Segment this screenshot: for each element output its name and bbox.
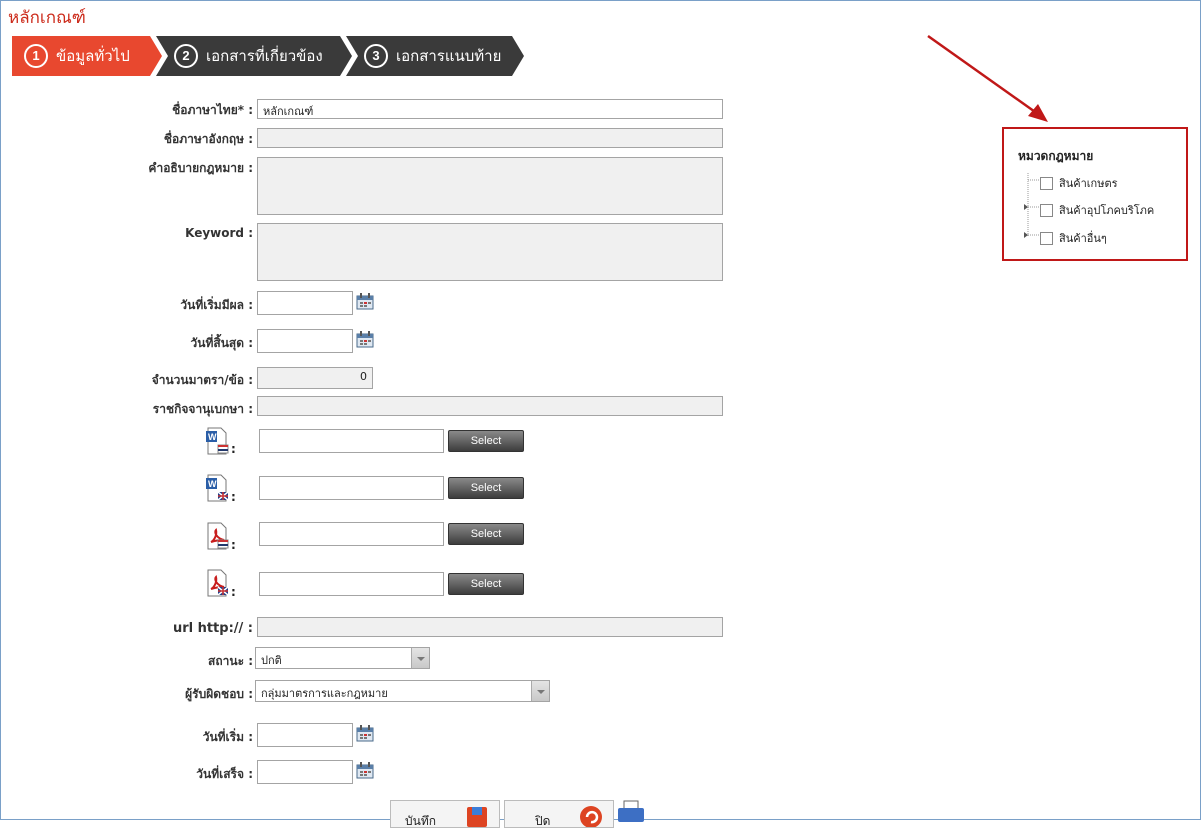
- pdf-en-icon: [207, 569, 229, 597]
- category-item-agri[interactable]: สินค้าเกษตร: [1040, 174, 1118, 192]
- checkbox[interactable]: [1040, 231, 1053, 245]
- file-colon: :: [231, 538, 236, 552]
- save-icon: [467, 807, 487, 827]
- url-input[interactable]: [257, 617, 723, 637]
- begin-date-input[interactable]: [257, 723, 353, 747]
- name-en-input[interactable]: [257, 128, 723, 148]
- finish-date-input[interactable]: [257, 760, 353, 784]
- calendar-icon[interactable]: [356, 331, 374, 348]
- description-label: คำอธิบายกฎหมาย :: [148, 161, 253, 175]
- file-input-pdf-th[interactable]: [259, 522, 444, 546]
- select-button[interactable]: Select: [448, 477, 524, 499]
- category-label: สินค้าอื่นๆ: [1059, 232, 1107, 245]
- file-input-pdf-en[interactable]: [259, 572, 444, 596]
- file-colon: :: [231, 490, 236, 504]
- category-item-consumer[interactable]: สินค้าอุปโภคบริโภค: [1040, 201, 1154, 219]
- file-input-word-th[interactable]: [259, 429, 444, 453]
- wizard-step-attachments[interactable]: 3 เอกสารแนบท้าย: [346, 36, 524, 76]
- category-label: สินค้าเกษตร: [1059, 177, 1118, 190]
- calendar-icon[interactable]: [356, 762, 374, 779]
- end-date-label: วันที่สิ้นสุด :: [190, 336, 253, 350]
- select-button[interactable]: Select: [448, 523, 524, 545]
- close-button[interactable]: ปิด: [504, 800, 614, 828]
- begin-date-label: วันที่เริ่ม :: [202, 730, 253, 744]
- name-th-input[interactable]: หลักเกณฑ์: [257, 99, 723, 119]
- chevron-down-icon: [411, 648, 429, 668]
- save-button[interactable]: บันทึก: [390, 800, 500, 828]
- name-th-label: ชื่อภาษาไทย* :: [172, 103, 253, 117]
- end-date-input[interactable]: [257, 329, 353, 353]
- file-input-word-en[interactable]: [259, 476, 444, 500]
- gazette-label: ราชกิจจานุเบกษา :: [152, 402, 253, 416]
- step-label: เอกสารแนบท้าย: [396, 48, 502, 65]
- step-number: 3: [364, 44, 388, 68]
- url-label: url http:// :: [172, 621, 253, 636]
- owner-value: กลุ่มมาตรการและกฎหมาย: [261, 687, 388, 700]
- wizard-step-general[interactable]: 1 ข้อมูลทั่วไป: [12, 36, 162, 76]
- finish-date-label: วันที่เสร็จ :: [196, 767, 253, 781]
- annotation-arrow: [927, 34, 1048, 122]
- calendar-icon[interactable]: [356, 293, 374, 310]
- select-button[interactable]: Select: [448, 430, 524, 452]
- print-icon[interactable]: [616, 800, 646, 822]
- svg-text:W: W: [208, 479, 217, 489]
- step-label: ข้อมูลทั่วไป: [56, 48, 130, 65]
- effective-date-input[interactable]: [257, 291, 353, 315]
- wizard-step-related-docs[interactable]: 2 เอกสารที่เกี่ยวข้อง: [156, 36, 352, 76]
- pdf-th-icon: [207, 522, 229, 550]
- owner-select[interactable]: กลุ่มมาตรการและกฎหมาย: [255, 680, 550, 702]
- file-colon: :: [231, 585, 236, 599]
- undo-icon: [580, 806, 602, 827]
- checkbox[interactable]: [1040, 176, 1053, 190]
- name-en-label: ชื่อภาษาอังกฤษ :: [163, 132, 253, 146]
- step-number: 2: [174, 44, 198, 68]
- status-label: สถานะ :: [208, 654, 253, 668]
- checkbox[interactable]: [1040, 203, 1053, 217]
- category-title: หมวดกฎหมาย: [1018, 149, 1094, 163]
- step-label: เอกสารที่เกี่ยวข้อง: [206, 48, 323, 65]
- description-textarea[interactable]: [257, 157, 723, 215]
- effective-date-label: วันที่เริ่มมีผล :: [180, 298, 253, 312]
- svg-text:W: W: [208, 432, 217, 442]
- gazette-input[interactable]: [257, 396, 723, 416]
- word-th-icon: W: [206, 427, 229, 455]
- chevron-down-icon: [531, 681, 549, 701]
- category-label: สินค้าอุปโภคบริโภค: [1059, 204, 1155, 217]
- category-item-other[interactable]: สินค้าอื่นๆ: [1040, 229, 1107, 247]
- keyword-label: Keyword :: [185, 226, 253, 240]
- page-title: หลักเกณฑ์: [8, 8, 86, 27]
- keyword-textarea[interactable]: [257, 223, 723, 281]
- tree-lines: [1024, 173, 1039, 238]
- status-select[interactable]: ปกติ: [255, 647, 430, 669]
- law-category-panel: หมวดกฎหมาย สินค้าเกษตร สินค้าอุปโภคบริโภ…: [1002, 127, 1188, 261]
- calendar-icon[interactable]: [356, 725, 374, 742]
- section-count-label: จำนวนมาตรา/ข้อ :: [151, 373, 253, 387]
- word-en-icon: W: [206, 474, 229, 502]
- select-button[interactable]: Select: [448, 573, 524, 595]
- status-value: ปกติ: [261, 654, 282, 667]
- owner-label: ผู้รับผิดชอบ :: [185, 687, 253, 701]
- section-count-input[interactable]: 0: [257, 367, 373, 389]
- step-number: 1: [24, 44, 48, 68]
- file-colon: :: [231, 442, 236, 456]
